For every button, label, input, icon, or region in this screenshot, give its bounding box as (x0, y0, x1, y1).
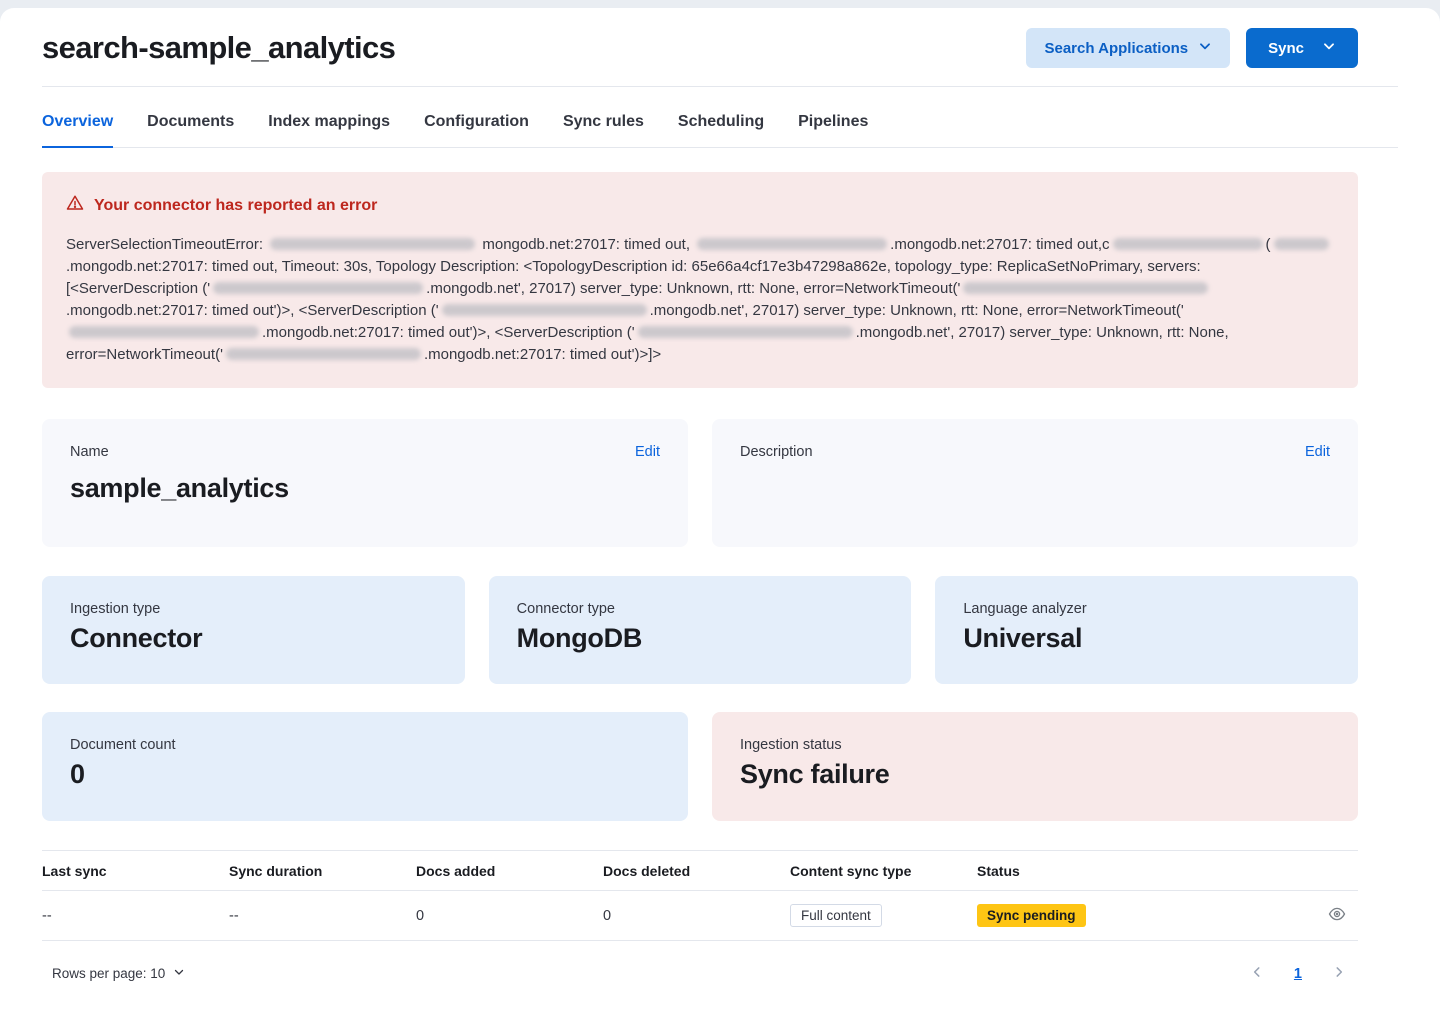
tab-documents[interactable]: Documents (147, 113, 234, 147)
redacted-text (270, 238, 475, 250)
page-1-button[interactable]: 1 (1288, 965, 1308, 983)
view-sync-details-button[interactable] (1326, 903, 1348, 928)
name-description-row: Name Edit sample_analytics Description E… (42, 419, 1358, 547)
tab-overview[interactable]: Overview (42, 113, 113, 148)
docs-added-cell: 0 (416, 891, 603, 941)
sync-pending-badge: Sync pending (977, 904, 1086, 927)
language-analyzer-card: Language analyzer Universal (935, 576, 1358, 684)
table-footer: Rows per page: 10 1 (42, 941, 1358, 1010)
status-cell: Sync pending (977, 891, 1164, 941)
redacted-text (213, 282, 423, 294)
chevron-left-icon (1250, 967, 1264, 982)
language-analyzer-label: Language analyzer (963, 601, 1330, 617)
eye-icon (1328, 911, 1346, 926)
sync-button-label: Sync (1268, 40, 1304, 57)
ingestion-type-value: Connector (70, 623, 437, 654)
column-header-last-sync: Last sync (42, 851, 229, 891)
ingestion-status-label: Ingestion status (740, 737, 1330, 753)
chevron-down-icon (1322, 39, 1336, 57)
document-count-card: Document count 0 (42, 712, 688, 821)
chevron-down-icon (173, 966, 185, 981)
connector-type-card: Connector type MongoDB (489, 576, 912, 684)
search-applications-button[interactable]: Search Applications (1026, 28, 1230, 68)
column-header-docs-added: Docs added (416, 851, 603, 891)
redacted-text (1113, 238, 1263, 250)
content-sync-type-cell: Full content (790, 891, 977, 941)
table-header-row: Last sync Sync duration Docs added Docs … (42, 851, 1358, 891)
ingestion-status-card: Ingestion status Sync failure (712, 712, 1358, 821)
description-card-label: Description (740, 444, 813, 460)
edit-name-link[interactable]: Edit (635, 444, 660, 460)
tab-pipelines[interactable]: Pipelines (798, 113, 868, 147)
ingestion-status-value: Sync failure (740, 759, 1330, 790)
ingestion-type-label: Ingestion type (70, 601, 437, 617)
page-header: search-sample_analytics Search Applicati… (0, 8, 1440, 86)
sync-button[interactable]: Sync (1246, 28, 1358, 68)
connector-type-value: MongoDB (517, 623, 884, 654)
table-row: -- -- 0 0 Full content Sync pending (42, 891, 1358, 941)
docs-deleted-cell: 0 (603, 891, 790, 941)
name-value: sample_analytics (70, 473, 660, 504)
column-header-sync-duration: Sync duration (229, 851, 416, 891)
actions-cell (1164, 891, 1358, 941)
rows-per-page-label: Rows per page: 10 (52, 966, 165, 981)
connector-type-label: Connector type (517, 601, 884, 617)
sync-duration-cell: -- (229, 891, 416, 941)
connector-info-row: Ingestion type Connector Connector type … (42, 576, 1358, 684)
error-banner-title-row: Your connector has reported an error (66, 194, 1334, 217)
status-row: Document count 0 Ingestion status Sync f… (42, 712, 1358, 821)
pagination: 1 (1248, 963, 1358, 984)
header-actions: Search Applications Sync (1026, 28, 1358, 68)
error-banner: Your connector has reported an error Ser… (42, 172, 1358, 388)
error-message: ServerSelectionTimeoutError: mongodb.net… (66, 234, 1334, 366)
main-content: Your connector has reported an error Ser… (0, 148, 1440, 1010)
chevron-right-icon (1332, 967, 1346, 982)
tab-sync-rules[interactable]: Sync rules (563, 113, 644, 147)
ingestion-type-card: Ingestion type Connector (42, 576, 465, 684)
rows-per-page-button[interactable]: Rows per page: 10 (42, 966, 185, 981)
column-header-content-sync-type: Content sync type (790, 851, 977, 891)
description-card: Description Edit (712, 419, 1358, 547)
language-analyzer-value: Universal (963, 623, 1330, 654)
redacted-text (697, 238, 887, 250)
full-content-badge: Full content (790, 904, 882, 927)
last-sync-cell: -- (42, 891, 229, 941)
tab-scheduling[interactable]: Scheduling (678, 113, 764, 147)
connector-overview-page: search-sample_analytics Search Applicati… (0, 8, 1440, 1025)
column-header-docs-deleted: Docs deleted (603, 851, 790, 891)
name-card-label: Name (70, 444, 109, 460)
search-applications-label: Search Applications (1044, 40, 1188, 57)
tab-index-mappings[interactable]: Index mappings (268, 113, 390, 147)
document-count-value: 0 (70, 759, 660, 790)
next-page-button[interactable] (1330, 963, 1348, 984)
redacted-text (963, 282, 1208, 294)
redacted-text (69, 326, 259, 338)
error-banner-title: Your connector has reported an error (94, 197, 377, 215)
tab-bar: Overview Documents Index mappings Config… (42, 87, 1398, 148)
document-count-label: Document count (70, 737, 660, 753)
warning-triangle-icon (66, 194, 84, 217)
redacted-text (1274, 238, 1329, 250)
name-card: Name Edit sample_analytics (42, 419, 688, 547)
tab-configuration[interactable]: Configuration (424, 113, 529, 147)
chevron-down-icon (1198, 39, 1212, 57)
column-header-actions (1164, 851, 1358, 891)
redacted-text (226, 348, 421, 360)
redacted-text (442, 304, 647, 316)
previous-page-button[interactable] (1248, 963, 1266, 984)
page-title: search-sample_analytics (42, 30, 395, 66)
sync-history-table: Last sync Sync duration Docs added Docs … (42, 850, 1358, 941)
redacted-text (638, 326, 853, 338)
edit-description-link[interactable]: Edit (1305, 444, 1330, 460)
column-header-status: Status (977, 851, 1164, 891)
